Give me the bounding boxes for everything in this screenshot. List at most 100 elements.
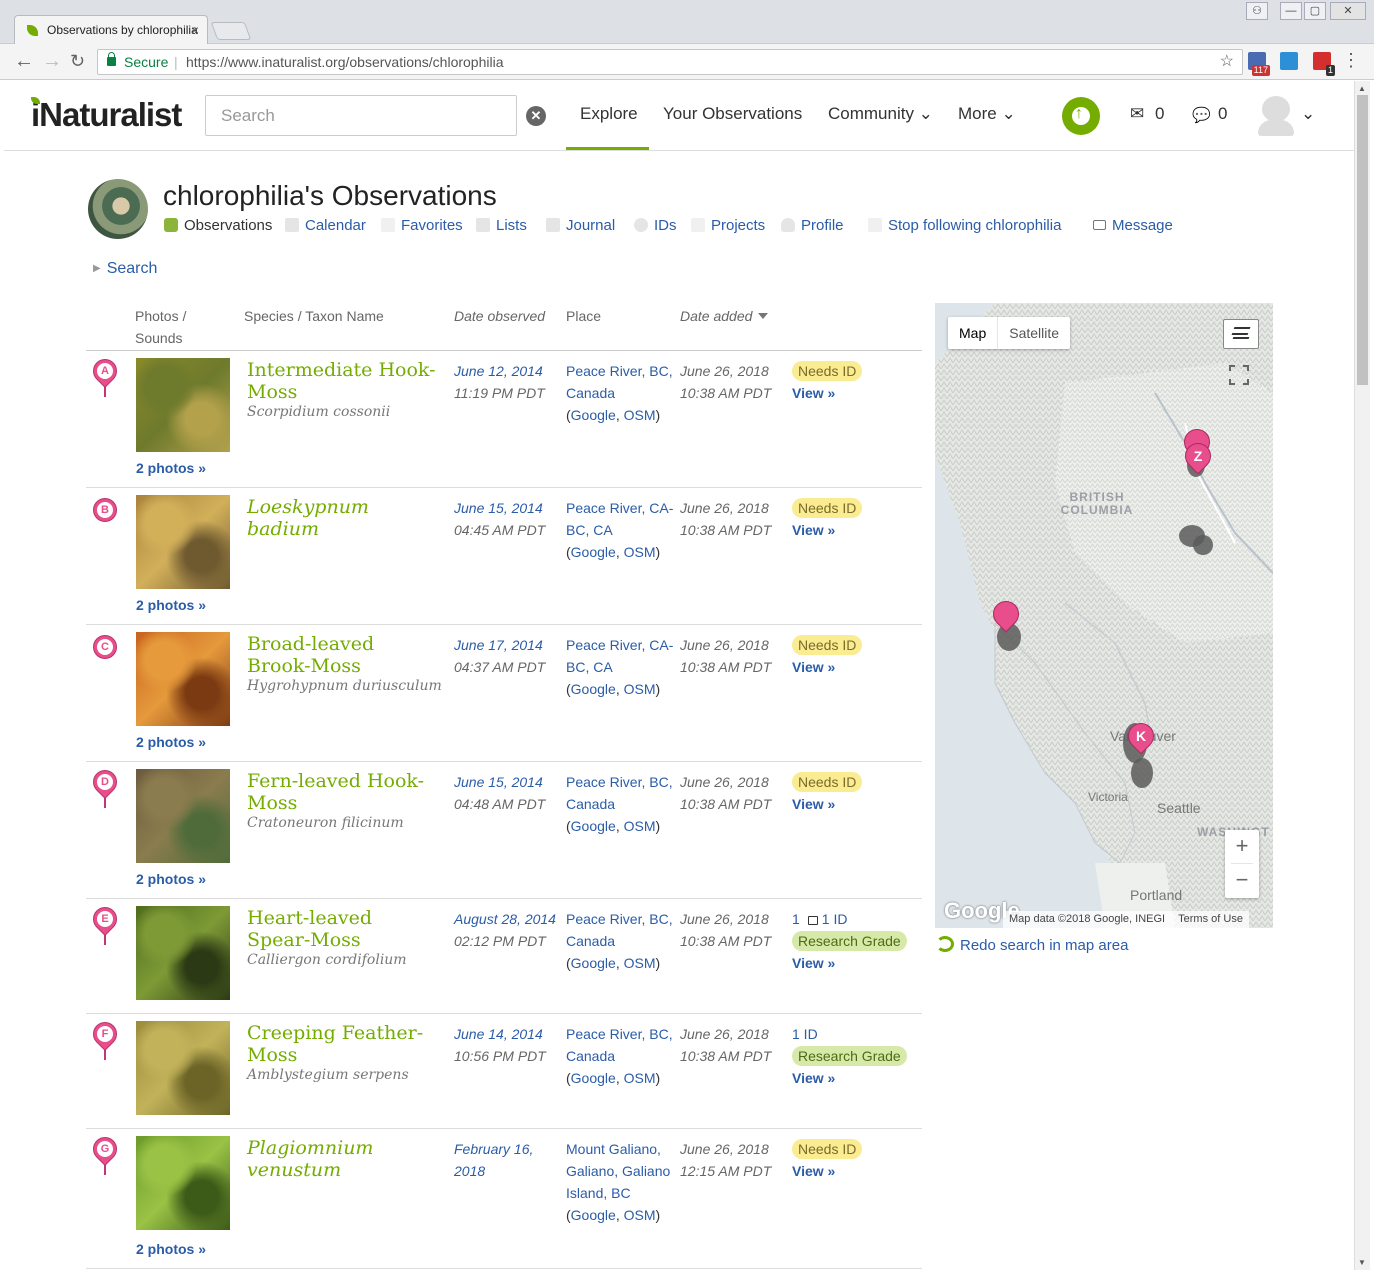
subnav-stop-following[interactable]: Stop following chlorophilia — [868, 217, 1061, 234]
common-name-link[interactable]: Creeping Feather-Moss — [247, 1022, 437, 1066]
place-name-link[interactable]: Peace River, BC, Canada — [566, 1026, 673, 1064]
view-observation-link[interactable]: View » — [792, 382, 917, 404]
osm-map-link[interactable]: OSM — [624, 818, 656, 834]
place-name-link[interactable]: Peace River, BC, Canada — [566, 911, 673, 949]
date-observed-date[interactable]: February 16, 2018 — [454, 1141, 533, 1179]
view-observation-link[interactable]: View » — [792, 793, 917, 815]
observations-map[interactable]: BRITISH COLUMBIA Vancouver Victoria Seat… — [935, 303, 1273, 928]
new-tab-button[interactable] — [210, 22, 252, 40]
common-name-link[interactable]: Intermediate Hook-Moss — [247, 359, 437, 403]
map-marker-z[interactable]: Z — [1179, 437, 1217, 483]
map-marker-icon[interactable]: B — [93, 498, 117, 522]
map-marker-icon[interactable]: D — [88, 765, 122, 808]
inaturalist-logo[interactable]: iNaturalist — [31, 96, 182, 134]
back-arrow-icon[interactable]: ← — [14, 50, 34, 73]
table-row[interactable]: B 2 photos » Loeskypnum badium June 15, 201… — [86, 488, 922, 625]
calendar-extension-icon[interactable]: 117 — [1248, 52, 1270, 76]
observation-photo[interactable] — [136, 1136, 230, 1230]
identifications-summary[interactable]: 1 1 ID — [792, 908, 917, 930]
view-observation-link[interactable]: View » — [792, 1160, 917, 1182]
news-extension-icon[interactable]: 1 — [1313, 52, 1335, 76]
osm-map-link[interactable]: OSM — [624, 1207, 656, 1223]
subnav-observations[interactable]: Observations — [164, 217, 272, 234]
messages-count[interactable]: 0 — [1155, 104, 1164, 124]
close-window-button[interactable]: ✕ — [1330, 2, 1366, 20]
common-name-link[interactable]: Fern-leaved Hook-Moss — [247, 770, 437, 814]
map-marker-icon[interactable]: E — [88, 902, 122, 945]
google-map-link[interactable]: Google — [571, 681, 616, 697]
user-avatar-menu[interactable] — [1258, 96, 1294, 136]
site-search-input[interactable] — [205, 95, 517, 136]
photos-count-link[interactable]: 2 photos » — [136, 460, 206, 476]
common-name-link[interactable]: Heart-leaved Spear-Moss — [247, 907, 437, 951]
photos-count-link[interactable]: 2 photos » — [136, 871, 206, 887]
url-text[interactable]: https://www.inaturalist.org/observations… — [186, 50, 504, 74]
table-row[interactable]: A 2 photos » Intermediate Hook-Moss Scorpid… — [86, 351, 922, 488]
observation-photo[interactable] — [136, 769, 230, 863]
observation-cluster[interactable] — [1193, 535, 1213, 555]
tab-close-icon[interactable]: × — [191, 16, 199, 44]
subnav-journal[interactable]: Journal — [546, 217, 615, 234]
place-name-link[interactable]: Peace River, CA-BC, CA — [566, 500, 673, 538]
photos-count-link[interactable]: 2 photos » — [136, 1241, 206, 1257]
subnav-message[interactable]: Message — [1093, 217, 1173, 234]
user-profile-avatar[interactable] — [88, 179, 148, 239]
place-name-link[interactable]: Mount Galiano, Galiano, Galiano Island, … — [566, 1141, 670, 1201]
view-observation-link[interactable]: View » — [792, 952, 917, 974]
map-view-button[interactable]: Map — [948, 317, 999, 349]
map-layers-button[interactable] — [1223, 319, 1259, 349]
satellite-view-button[interactable]: Satellite — [998, 317, 1070, 349]
observation-photo[interactable] — [136, 632, 230, 726]
messages-icon[interactable]: ✉ — [1130, 104, 1144, 124]
zoom-out-button[interactable]: − — [1225, 864, 1259, 898]
header-species[interactable]: Species / Taxon Name — [244, 305, 384, 327]
date-observed-date[interactable]: June 17, 2014 — [454, 637, 543, 653]
view-observation-link[interactable]: View » — [792, 656, 917, 678]
google-map-link[interactable]: Google — [571, 955, 616, 971]
common-name-link[interactable]: Plagiomnium venustum — [247, 1137, 437, 1181]
nav-community[interactable]: Community ⌄ — [828, 104, 933, 124]
subnav-profile[interactable]: Profile — [781, 217, 844, 234]
common-name-link[interactable]: Broad-leaved Brook-Moss — [247, 633, 437, 677]
notifications-icon[interactable]: 💬 — [1192, 106, 1211, 124]
zoom-in-button[interactable]: + — [1225, 830, 1259, 864]
scroll-up-icon[interactable]: ▲ — [1358, 84, 1366, 93]
reload-icon[interactable]: ↻ — [70, 51, 85, 72]
observation-photo[interactable] — [136, 495, 230, 589]
map-marker-icon[interactable]: G — [88, 1132, 122, 1175]
search-clear-icon[interactable]: ✕ — [526, 106, 546, 126]
maximize-window-button[interactable]: ▢ — [1304, 2, 1326, 20]
osm-map-link[interactable]: OSM — [624, 1070, 656, 1086]
nav-your-observations[interactable]: Your Observations — [663, 104, 802, 124]
upload-button[interactable]: ↑ — [1062, 97, 1100, 135]
subnav-projects[interactable]: Projects — [691, 217, 765, 234]
subnav-lists[interactable]: Lists — [476, 217, 527, 234]
place-name-link[interactable]: Peace River, CA-BC, CA — [566, 637, 673, 675]
place-name-link[interactable]: Peace River, BC, Canada — [566, 363, 673, 401]
bookmark-star-icon[interactable]: ☆ — [1220, 50, 1234, 74]
chevron-down-icon[interactable]: ⌄ — [1301, 104, 1315, 124]
nav-explore[interactable]: Explore — [580, 104, 638, 124]
forward-arrow-icon[interactable]: → — [42, 50, 62, 73]
osm-map-link[interactable]: OSM — [624, 955, 656, 971]
fullscreen-icon[interactable] — [1229, 365, 1249, 385]
identifications-summary[interactable]: 1 ID — [792, 1023, 917, 1045]
header-date-observed[interactable]: Date observed — [454, 305, 545, 327]
page-scrollbar[interactable]: ▲ ▼ — [1354, 81, 1370, 1270]
photos-count-link[interactable]: 2 photos » — [136, 597, 206, 613]
table-row[interactable]: G 2 photos » Plagiomnium venustum February … — [86, 1129, 922, 1269]
redo-search-link[interactable]: Redo search in map area — [936, 936, 1128, 954]
subnav-favorites[interactable]: Favorites — [381, 217, 463, 234]
map-marker-icon[interactable]: F — [88, 1017, 122, 1060]
address-bar[interactable]: Secure | https://www.inaturalist.org/obs… — [97, 49, 1243, 75]
date-observed-date[interactable]: June 14, 2014 — [454, 1026, 543, 1042]
google-map-link[interactable]: Google — [571, 407, 616, 423]
header-date-added[interactable]: Date added — [680, 305, 769, 327]
date-observed-date[interactable]: August 28, 2014 — [454, 911, 556, 927]
map-marker-icon[interactable]: C — [93, 635, 117, 659]
profile-icon[interactable]: ⚇ — [1246, 2, 1268, 20]
terms-of-use-link[interactable]: Terms of Use — [1178, 913, 1243, 925]
view-observation-link[interactable]: View » — [792, 1067, 917, 1089]
table-row[interactable]: D 2 photos » Fern-leaved Hook-Moss Cratoneu… — [86, 762, 922, 899]
notifications-count[interactable]: 0 — [1218, 104, 1227, 124]
